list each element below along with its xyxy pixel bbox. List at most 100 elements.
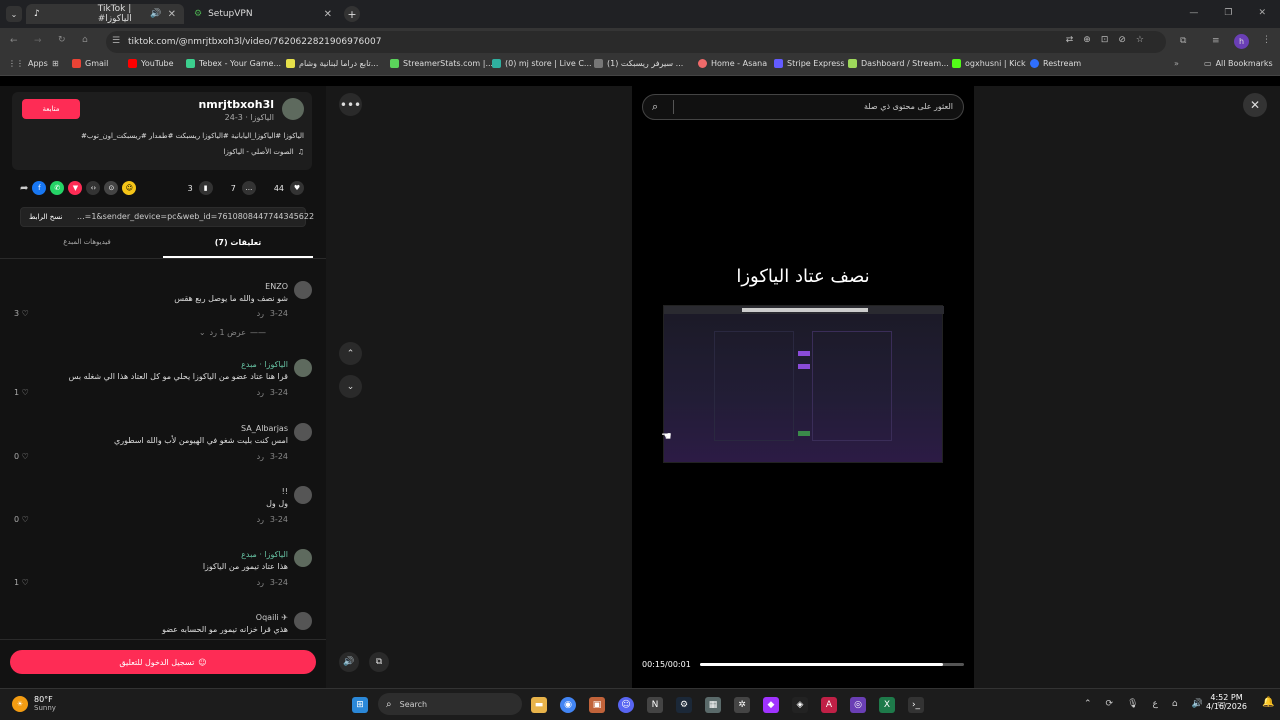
new-tab-button[interactable]: + bbox=[344, 6, 360, 22]
tab-creator-videos[interactable]: فيديوهات المبدع bbox=[12, 238, 162, 246]
sound-name[interactable]: الصوت الأصلي - الياكوزا bbox=[224, 148, 294, 156]
comment-user[interactable]: Oqaili ✈ bbox=[256, 613, 288, 622]
reply-button[interactable]: رد bbox=[257, 388, 264, 397]
reply-button[interactable]: رد bbox=[257, 515, 264, 524]
excel-icon[interactable]: X bbox=[879, 697, 895, 713]
whatsapp-icon[interactable]: ✆ bbox=[50, 181, 65, 195]
tab-tiktok[interactable]: ♪ TikTok | #الياكوزا 🔊 ✕ bbox=[26, 4, 184, 24]
comment-user[interactable]: !! bbox=[282, 487, 288, 496]
bookmark-streamerstats[interactable]: StreamerStats.com |... bbox=[390, 59, 493, 68]
taskbar-search[interactable]: ⌕ Search bbox=[378, 693, 522, 715]
reply-button[interactable]: رد bbox=[257, 309, 264, 318]
microphone-icon[interactable]: 🎙 bbox=[1127, 699, 1138, 709]
facebook-icon[interactable]: f bbox=[32, 181, 47, 195]
bookmark-tebex[interactable]: Tebex - Your Game... bbox=[186, 59, 281, 68]
bookmark-mjstore[interactable]: (0) mj store | Live C... bbox=[492, 59, 592, 68]
reply-button[interactable]: رد bbox=[257, 578, 264, 587]
discord-icon[interactable]: ☺ bbox=[618, 697, 634, 713]
bookmark-kick[interactable]: ogxhusni | Kick bbox=[952, 59, 1026, 68]
bookmark-restream[interactable]: Restream bbox=[1030, 59, 1081, 68]
back-icon[interactable]: ← bbox=[10, 36, 18, 46]
copy-link-button[interactable]: نسخ الرابط bbox=[29, 213, 62, 221]
app-icon-2[interactable]: ▦ bbox=[705, 697, 721, 713]
avatar[interactable] bbox=[294, 281, 312, 299]
tab-setupvpn[interactable]: ⚙ SetupVPN ✕ bbox=[186, 4, 340, 24]
related-search-input[interactable]: ⌕ العثور على محتوى ذي صلة bbox=[642, 94, 964, 120]
app-icon-3[interactable]: ✲ bbox=[734, 697, 750, 713]
app-icon-6[interactable]: ◎ bbox=[850, 697, 866, 713]
search-icon[interactable]: ⌕ bbox=[652, 100, 658, 114]
vscode-icon[interactable]: ◆ bbox=[763, 697, 779, 713]
app-icon-4[interactable]: ◈ bbox=[792, 697, 808, 713]
volume-icon[interactable]: 🔊 bbox=[1192, 699, 1203, 709]
comment-user[interactable]: الياكوزا · مبدع bbox=[241, 550, 288, 559]
reply-button[interactable]: رد bbox=[257, 452, 264, 461]
start-icon[interactable]: ⊞ bbox=[352, 697, 368, 713]
close-window-icon[interactable]: ✕ bbox=[1258, 8, 1266, 18]
notifications-icon[interactable]: 🔔 bbox=[1262, 697, 1274, 708]
chrome-icon[interactable]: ◉ bbox=[560, 697, 576, 713]
tiktok-share-icon[interactable]: ▼ bbox=[68, 181, 83, 195]
mini-player-button[interactable]: ⧉ bbox=[369, 652, 389, 672]
bookmark-grid[interactable]: ⊞ bbox=[52, 59, 59, 68]
app-icon-5[interactable]: A bbox=[821, 697, 837, 713]
bookmark-dashboard[interactable]: Dashboard / Stream... bbox=[848, 59, 949, 68]
minimize-icon[interactable]: — bbox=[1189, 8, 1198, 18]
bookmark-respect[interactable]: (1) سيرفر ريسبكت ... bbox=[594, 59, 683, 68]
site-info-icon[interactable]: ☰ bbox=[112, 36, 120, 46]
home-icon[interactable]: ⌂ bbox=[82, 35, 88, 45]
bookmark-icon[interactable]: ▮ bbox=[198, 181, 213, 195]
comment-like[interactable]: 0 ♡ bbox=[14, 452, 29, 461]
avatar[interactable] bbox=[294, 612, 312, 630]
previous-video-button[interactable]: ⌃ bbox=[339, 342, 362, 365]
language-indicator[interactable]: ع bbox=[1153, 699, 1158, 709]
avatar[interactable] bbox=[294, 423, 312, 441]
close-tab-icon[interactable]: ✕ bbox=[168, 9, 176, 20]
bookmark-asana[interactable]: Home - Asana bbox=[698, 59, 767, 68]
file-explorer-icon[interactable]: ▬ bbox=[531, 697, 547, 713]
follow-button[interactable]: متابعة bbox=[22, 99, 80, 119]
avatar[interactable] bbox=[294, 549, 312, 567]
creator-username[interactable]: nmrjtbxoh3l bbox=[198, 98, 274, 111]
forward-icon[interactable]: → bbox=[34, 36, 42, 46]
comment-user[interactable]: SA_Albarjas bbox=[241, 424, 288, 433]
tab-search-icon[interactable]: ⌄ bbox=[6, 6, 22, 22]
comment-icon[interactable]: … bbox=[241, 181, 256, 195]
video-progress-track[interactable] bbox=[700, 663, 964, 666]
bookmark-gmail[interactable]: Gmail bbox=[72, 59, 108, 68]
repost-icon[interactable]: ⊙ bbox=[104, 181, 119, 195]
steam-icon[interactable]: ⚙ bbox=[676, 697, 692, 713]
bookmark-apps[interactable]: ⋮⋮ Apps bbox=[8, 59, 48, 68]
gift-icon[interactable]: ☺ bbox=[122, 181, 137, 195]
avatar[interactable] bbox=[294, 359, 312, 377]
more-options-button[interactable]: ••• bbox=[339, 93, 362, 116]
view-replies[interactable]: ⌄ عرض 1 رد —— bbox=[199, 328, 266, 337]
avatar[interactable] bbox=[294, 486, 312, 504]
creator-avatar[interactable] bbox=[282, 98, 304, 120]
reload-icon[interactable]: ↻ bbox=[58, 35, 66, 45]
share-arrow-icon[interactable]: ➦ bbox=[20, 183, 28, 194]
comment-like[interactable]: 1 ♡ bbox=[14, 388, 29, 397]
bookmark-all[interactable]: ▭ All Bookmarks bbox=[1204, 59, 1273, 68]
comment-user[interactable]: الياكوزا · مبدع bbox=[241, 360, 288, 369]
extensions-icon[interactable]: ⧉ bbox=[1180, 36, 1186, 46]
bookmark-stripe[interactable]: Stripe Express bbox=[774, 59, 845, 68]
weather-widget[interactable]: ☀ 80°F Sunny bbox=[12, 695, 56, 712]
sync-icon[interactable]: ⟳ bbox=[1106, 699, 1114, 709]
tab-comments[interactable]: تعليقات (7) bbox=[163, 238, 313, 247]
maximize-icon[interactable]: ❐ bbox=[1224, 8, 1232, 18]
notion-icon[interactable]: N bbox=[647, 697, 663, 713]
address-bar[interactable]: ☰ tiktok.com/@nmrjtbxoh3l/video/76206228… bbox=[106, 31, 1166, 53]
bookmarks-overflow-icon[interactable]: » bbox=[1174, 59, 1179, 68]
bookmark-youtube[interactable]: YouTube bbox=[128, 59, 174, 68]
address-actions[interactable]: ⇄⊕⊡⊘☆ bbox=[1066, 35, 1154, 45]
menu-icon[interactable]: ⋮ bbox=[1262, 35, 1271, 45]
comment-user[interactable]: ENZO bbox=[265, 282, 288, 291]
tray-overflow-icon[interactable]: ⌃ bbox=[1084, 699, 1092, 709]
close-video-button[interactable]: ✕ bbox=[1243, 93, 1267, 117]
heart-icon[interactable]: ♥ bbox=[290, 181, 304, 195]
video-player[interactable]: ⌕ العثور على محتوى ذي صلة نصف عتاد الياك… bbox=[632, 86, 974, 688]
next-video-button[interactable]: ⌄ bbox=[339, 375, 362, 398]
terminal-icon[interactable]: ›_ bbox=[908, 697, 924, 713]
bookmark-drama[interactable]: تابع دراما لبنانية وشام... bbox=[286, 59, 378, 68]
